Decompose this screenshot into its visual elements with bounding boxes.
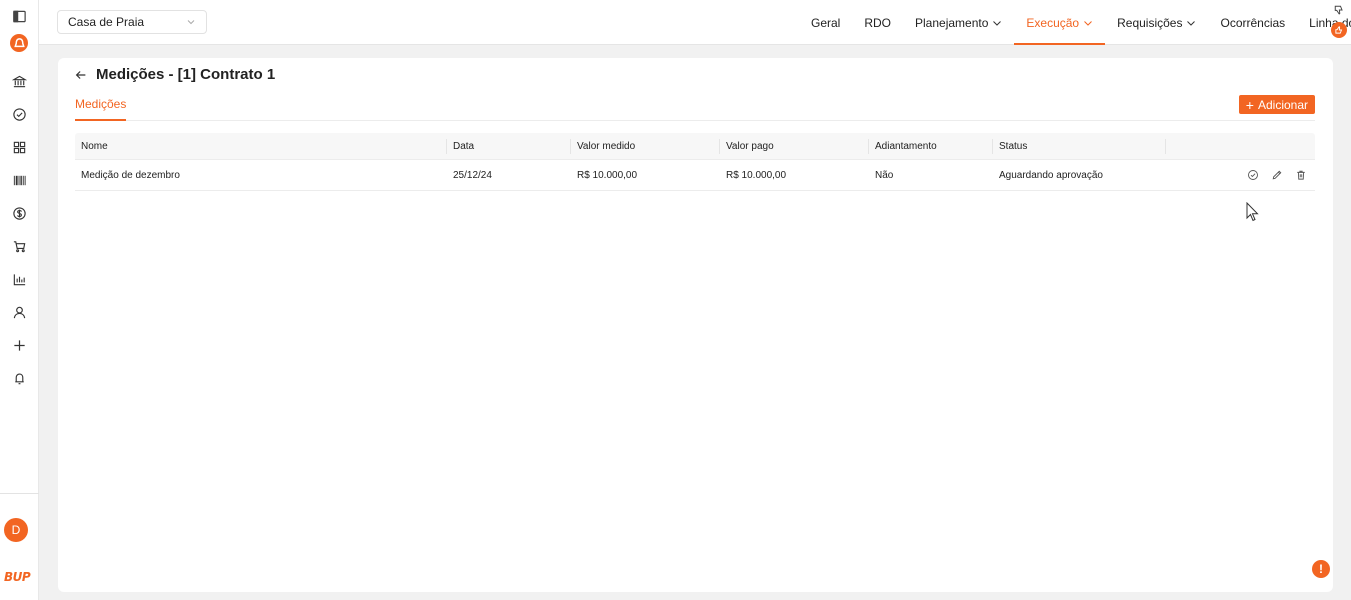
bar-chart-icon[interactable] [7,267,31,291]
cart-icon[interactable] [7,234,31,258]
nav-item-rdo[interactable]: RDO [852,0,903,45]
edit-icon[interactable] [1271,169,1283,181]
nav-item-label: RDO [864,15,892,30]
measurements-table: Nome Data Valor medido Valor pago Adiant… [75,133,1315,191]
nav-item-requisicoes[interactable]: Requisições [1105,0,1208,45]
add-button-label: Adicionar [1257,97,1308,112]
nav-item-label: Ocorrências [1220,15,1286,30]
column-header-adiantamento[interactable]: Adiantamento [869,138,993,154]
nav-item-label: Geral [811,15,841,30]
tab-medicoes[interactable]: Medições [75,96,127,121]
dollar-icon[interactable] [7,201,31,225]
avatar[interactable]: D [4,518,28,542]
approve-icon[interactable] [1247,169,1259,181]
cell-nome: Medição de dezembro [81,169,180,181]
plus-icon[interactable] [7,333,31,357]
sidebar: D BUP [0,0,39,600]
cell-status: Aguardando aprovação [999,169,1103,181]
back-arrow-icon[interactable] [74,68,88,82]
brand-badge-icon[interactable] [7,31,31,55]
cell-valor-pago: R$ 10.000,00 [726,169,787,181]
thumbs-down-icon[interactable] [1333,4,1345,16]
nav-item-label: Requisições [1117,15,1183,30]
tabs: Medições [75,96,1315,121]
user-icon[interactable] [7,300,31,324]
nav-item-execucao[interactable]: Execução [1014,0,1105,45]
brand-logo: BUP [4,570,31,584]
project-select-value: Casa de Praia [68,15,145,29]
feedback-widget [1331,4,1347,38]
project-select[interactable]: Casa de Praia [57,10,207,34]
barcode-icon[interactable] [7,168,31,192]
page-title: Medições - [1] Contrato 1 [96,66,276,83]
content-card: Medições - [1] Contrato 1 Medições + Adi… [58,58,1333,592]
column-header-valor-pago[interactable]: Valor pago [720,138,869,154]
cell-valor-medido: R$ 10.000,00 [577,169,638,181]
cell-adiantamento: Não [875,169,894,181]
top-bar: Casa de Praia Geral RDO Planejamento Execuç… [39,0,1351,45]
column-header-actions [1166,139,1315,154]
page-header: Medições - [1] Contrato 1 [74,66,275,83]
chevron-down-icon [187,20,195,25]
nav-item-label: Execução [1026,15,1080,30]
cell-data: 25/12/24 [453,169,492,181]
row-actions [1166,169,1307,181]
table-row[interactable]: Medição de dezembro 25/12/24 R$ 10.000,0… [75,160,1315,191]
help-icon[interactable]: ! [1312,560,1330,578]
nav-item-planejamento[interactable]: Planejamento [903,0,1014,45]
column-header-valor-medido[interactable]: Valor medido [571,138,720,154]
bell-icon[interactable] [7,366,31,390]
chevron-down-icon [1084,20,1092,26]
chevron-down-icon [993,20,1002,26]
sidebar-divider [0,493,39,494]
nav-item-geral[interactable]: Geral [799,0,852,45]
bank-icon[interactable] [7,69,31,93]
table-header: Nome Data Valor medido Valor pago Adiant… [75,133,1315,160]
main-nav: Geral RDO Planejamento Execução Requisições O… [799,0,1351,45]
nav-item-ocorrencias[interactable]: Ocorrências [1208,0,1297,45]
trash-icon[interactable] [1295,169,1307,181]
check-circle-icon[interactable] [7,102,31,126]
thumbs-up-icon[interactable] [1331,22,1347,38]
chevron-down-icon [1187,20,1196,26]
nav-item-label: Planejamento [915,15,989,30]
grid-icon[interactable] [7,135,31,159]
panel-toggle-icon[interactable] [7,4,31,28]
column-header-status[interactable]: Status [993,138,1166,154]
mouse-cursor-icon [1246,202,1259,222]
plus-icon: + [1245,96,1254,113]
column-header-nome[interactable]: Nome [75,138,447,154]
column-header-data[interactable]: Data [447,138,571,154]
add-button[interactable]: + Adicionar [1238,95,1315,114]
